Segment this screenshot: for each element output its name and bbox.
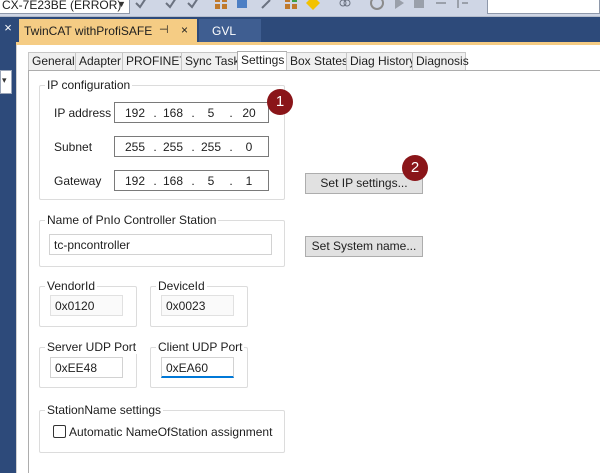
tab-adapter[interactable]: Adapter [75,52,123,70]
config-icon[interactable] [235,0,249,10]
tab-profinet[interactable]: PROFINET [122,52,187,70]
chevron-down-icon: ▾ [2,75,7,85]
step-icon[interactable] [434,0,448,10]
set-system-name-button[interactable]: Set System name... [305,236,423,257]
auto-name-of-station-label[interactable]: Automatic NameOfStation assignment [69,425,272,439]
warning-icon[interactable] [306,0,320,10]
doc-tab-twincat[interactable]: TwinCAT withProfiSAFE ⊣ × [19,19,197,42]
tab-diagnosis[interactable]: Diagnosis [412,52,469,70]
side-dropdown[interactable]: ▾ [0,70,12,94]
pin-icon[interactable]: ⊣ [159,23,169,36]
step-over-icon[interactable] [456,0,470,10]
ip-address-label: IP address [54,106,112,120]
server-udp-port-field[interactable]: 0xEE48 [50,357,123,378]
device-id-field: 0x0023 [161,295,234,316]
grid-icon[interactable] [284,0,298,10]
tab-settings[interactable]: Settings [237,51,287,71]
client-udp-port-field[interactable]: 0xEA60 [161,357,234,378]
doc-tab-label: TwinCAT withProfiSAFE [24,24,153,38]
station-name-settings-title: StationName settings [45,403,164,417]
vendor-id-title: VendorId [45,279,98,293]
wrench-icon[interactable] [260,0,274,10]
link-icon[interactable] [338,0,352,10]
tab-diag-history[interactable]: Diag History [346,52,415,70]
doc-tab-gvl[interactable]: GVL [199,19,261,42]
ip-config-title: IP configuration [45,78,133,92]
play-icon[interactable] [392,0,406,10]
callout-badge-2: 2 [402,155,428,181]
close-icon[interactable]: × [0,21,16,35]
station-name-title: Name of PnIo Controller Station [45,213,219,227]
subnet-label: Subnet [54,140,93,154]
callout-badge-1: 1 [267,89,293,115]
chevron-down-icon: ▼ [117,0,126,9]
gateway-label: Gateway [54,174,102,188]
grid-icon[interactable] [214,0,228,10]
tab-sync-task[interactable]: Sync Task [181,52,239,70]
device-id-title: DeviceId [156,279,207,293]
client-udp-port-title: Client UDP Port [156,340,245,354]
record-icon[interactable] [370,0,384,10]
target-config-selector[interactable]: CX-7E23BE (ERROR) ▼ [0,0,130,14]
server-udp-port-title: Server UDP Port [45,340,139,354]
gateway-field[interactable]: 192 . 168 . 5 . 1 [114,170,269,191]
ip-address-field[interactable]: 192 . 168 . 5 . 20 [114,102,269,123]
toolbar-combo[interactable] [487,0,600,14]
check-icon[interactable] [134,0,148,10]
target-config-value: CX-7E23BE (ERROR) [2,0,122,12]
document-tab-strip: TwinCAT withProfiSAFE ⊣ × GVL [16,17,600,42]
close-icon[interactable]: × [181,23,188,37]
tab-general[interactable]: General [28,52,76,70]
doc-tab-label: GVL [212,24,237,38]
auto-name-of-station-checkbox[interactable] [53,425,66,438]
toolbar: CX-7E23BE (ERROR) ▼ [0,0,600,17]
tab-box-states[interactable]: Box States [286,52,348,70]
station-name-field[interactable]: tc-pncontroller [49,234,272,255]
subnet-field[interactable]: 255 . 255 . 255 . 0 [114,136,269,157]
stop-icon[interactable] [412,0,426,10]
check-icon[interactable] [186,0,200,10]
check-icon[interactable] [164,0,178,10]
vendor-id-field: 0x0120 [50,295,123,316]
